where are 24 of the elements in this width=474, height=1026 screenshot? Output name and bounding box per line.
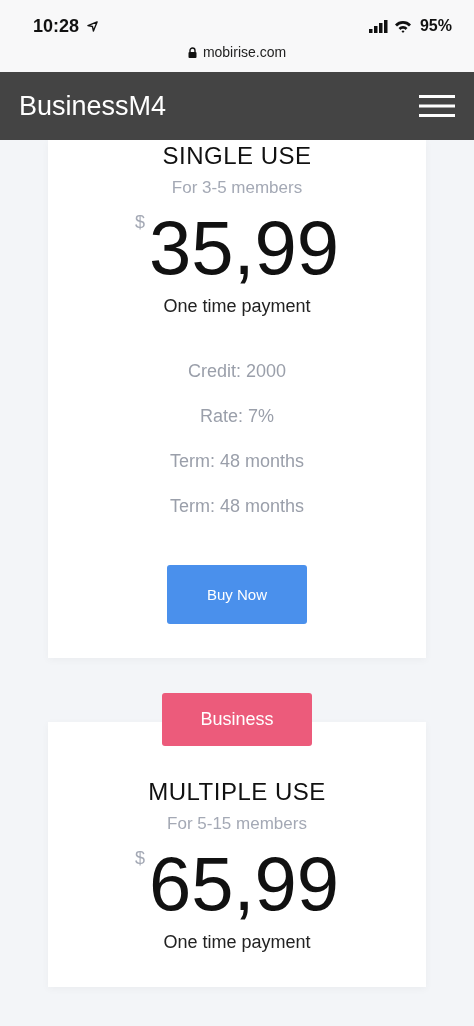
signal-icon [368,19,389,33]
plan-price: 65,99 [148,844,340,924]
menu-icon[interactable] [419,94,455,118]
plan-title: MULTIPLE USE [148,778,326,806]
plan-feature: Credit: 2000 [187,361,287,382]
plan-subtitle: For 5-15 members [167,814,307,834]
plan-feature: Term: 48 months [169,451,305,472]
plan-price: 35,99 [148,208,340,288]
plan-feature: Rate: 7% [199,406,274,427]
plan-title: SINGLE USE [162,142,312,170]
battery-percentage: 95% [419,17,452,35]
currency-symbol: $ [134,848,145,869]
status-time: 10:28 [33,15,80,37]
brand-name[interactable]: BusinessM4 [19,90,167,122]
plan-feature: Term: 48 months [169,496,305,517]
plan-subtitle: For 3-5 members [171,178,303,198]
location-arrow-icon [87,20,99,32]
wifi-icon [393,19,412,33]
lock-icon [187,46,197,58]
plan-badge: Business [162,693,312,746]
payment-period: One time payment [163,296,311,317]
payment-period: One time payment [163,932,311,953]
url-text[interactable]: mobirise.com [202,44,287,60]
currency-symbol: $ [134,212,145,233]
